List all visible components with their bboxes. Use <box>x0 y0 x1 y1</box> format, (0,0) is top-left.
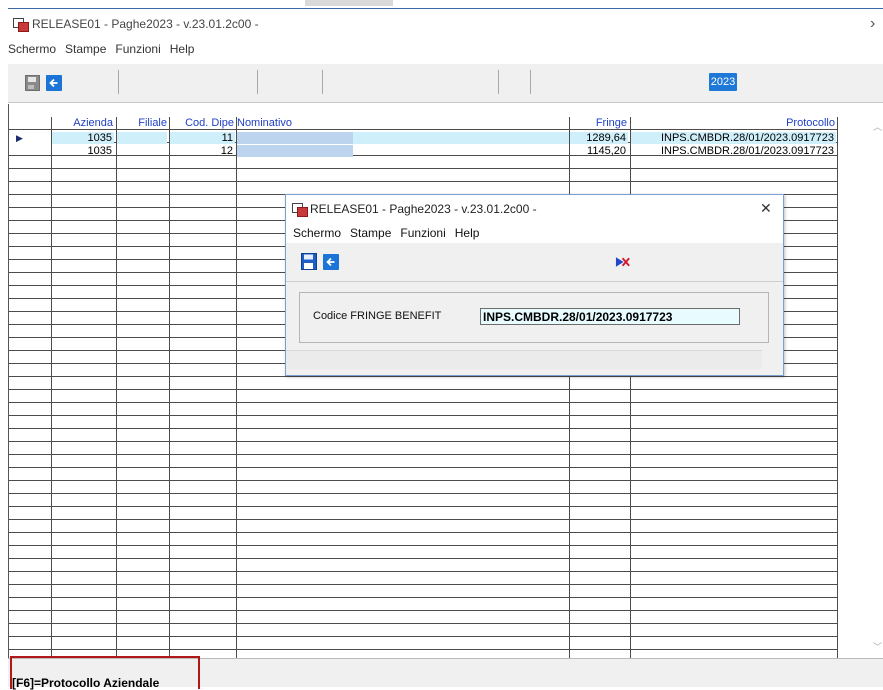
toolbar-separator <box>530 70 531 94</box>
status-bar: [F6]=Protocollo Aziendale <box>8 656 883 690</box>
dialog-field-group: Codice FRINGE BENEFIT INPS.CMBDR.28/01/2… <box>299 292 769 343</box>
cell-cod-dipe[interactable]: 11 <box>170 132 235 144</box>
grid-column-line <box>169 117 170 658</box>
menu-stampe[interactable]: Stampe <box>65 42 106 56</box>
dialog-menubar: Schermo Stampe Funzioni Help <box>286 223 783 243</box>
exit-icon[interactable] <box>615 253 632 270</box>
app-icon <box>292 203 308 217</box>
dialog-status-bar <box>286 350 762 369</box>
grid-row-line <box>9 598 837 611</box>
grid-row-line <box>9 611 837 624</box>
grid-row-line <box>9 442 837 455</box>
save-icon[interactable] <box>300 253 317 270</box>
menu-help[interactable]: Help <box>170 42 195 56</box>
vertical-scrollbar[interactable]: ︿ ﹀ <box>846 104 882 658</box>
top-strip <box>0 0 883 8</box>
close-icon[interactable]: › <box>870 15 875 33</box>
redacted-name <box>237 145 353 157</box>
toolbar-separator <box>118 70 119 94</box>
back-arrow-icon[interactable] <box>322 253 339 270</box>
grid-row-line <box>9 533 837 546</box>
dialog-menu-schermo[interactable]: Schermo <box>293 226 341 240</box>
year-badge[interactable]: 2023 <box>709 73 737 91</box>
grid-row-line <box>9 455 837 468</box>
header-protocollo[interactable]: Protocollo <box>631 117 835 129</box>
save-disabled-icon[interactable] <box>24 74 41 91</box>
grid-column-line <box>116 117 117 658</box>
cell-filiale[interactable] <box>117 145 167 157</box>
cell-protocollo[interactable]: INPS.CMBDR.28/01/2023.0917723 <box>631 145 836 157</box>
dialog-close-icon[interactable]: ✕ <box>760 200 772 217</box>
data-grid[interactable]: Azienda Filiale Cod. Dipe Nominativo Fri… <box>8 104 847 658</box>
dialog-title: RELEASE01 - Paghe2023 - v.23.01.2c00 - <box>310 202 537 216</box>
app-icon <box>13 18 29 32</box>
dialog-toolbar <box>286 243 783 282</box>
header-fringe[interactable]: Fringe <box>570 117 627 129</box>
row-indicator: ▶ <box>9 132 51 144</box>
grid-row-line <box>9 494 837 507</box>
header-cod-dipe[interactable]: Cod. Dipe <box>170 117 234 129</box>
grid-row-line <box>9 169 837 182</box>
header-nominativo[interactable]: Nominativo <box>237 117 357 129</box>
main-titlebar[interactable]: RELEASE01 - Paghe2023 - v.23.01.2c00 - › <box>8 8 883 39</box>
cell-protocollo[interactable]: INPS.CMBDR.28/01/2023.0917723 <box>631 132 836 144</box>
status-text: [F6]=Protocollo Aziendale <box>12 676 160 690</box>
grid-row-line <box>9 468 837 481</box>
grid-row-line <box>9 624 837 637</box>
cell-azienda[interactable]: 1035 <box>52 145 114 157</box>
cell-azienda[interactable]: 1035 <box>52 132 114 144</box>
scroll-down-icon[interactable]: ﹀ <box>873 640 882 653</box>
cell-fringe[interactable]: 1145,20 <box>570 145 628 157</box>
toolbar-separator <box>257 70 258 94</box>
menu-schermo[interactable]: Schermo <box>8 42 56 56</box>
grid-row-line <box>9 429 837 442</box>
cell-cod-dipe[interactable]: 12 <box>170 145 235 157</box>
grid-column-line <box>236 117 237 658</box>
current-row-icon: ▶ <box>16 133 23 143</box>
grid-row-line <box>9 481 837 494</box>
fringe-dialog[interactable]: RELEASE01 - Paghe2023 - v.23.01.2c00 - ✕… <box>285 194 784 376</box>
background-window-edge <box>305 0 393 6</box>
cell-nominativo[interactable] <box>237 145 569 157</box>
grid-row-line <box>9 507 837 520</box>
main-menubar: Schermo Stampe Funzioni Help <box>8 38 883 60</box>
grid-row-line <box>9 559 837 572</box>
toolbar-separator <box>322 70 323 94</box>
grid-row-line <box>9 377 837 390</box>
dialog-menu-funzioni[interactable]: Funzioni <box>400 226 445 240</box>
fringe-code-label: Codice FRINGE BENEFIT <box>313 310 442 322</box>
grid-column-line <box>837 117 838 658</box>
grid-row-line <box>9 156 837 169</box>
fringe-code-input[interactable]: INPS.CMBDR.28/01/2023.0917723 <box>480 308 740 325</box>
grid-row-line <box>9 585 837 598</box>
cell-nominativo[interactable] <box>237 132 569 144</box>
grid-row-line <box>9 403 837 416</box>
dialog-titlebar[interactable]: RELEASE01 - Paghe2023 - v.23.01.2c00 - ✕ <box>286 195 783 223</box>
scroll-up-icon[interactable]: ︿ <box>873 120 882 133</box>
grid-row-line <box>9 520 837 533</box>
main-window-title: RELEASE01 - Paghe2023 - v.23.01.2c00 - <box>32 17 259 31</box>
header-azienda[interactable]: Azienda <box>51 117 113 129</box>
grid-row-line <box>9 572 837 585</box>
grid-row-line <box>9 416 837 429</box>
grid-column-line <box>51 117 52 658</box>
grid-row-line <box>9 637 837 650</box>
menu-funzioni[interactable]: Funzioni <box>115 42 160 56</box>
dialog-menu-help[interactable]: Help <box>455 226 480 240</box>
redacted-name <box>237 132 353 144</box>
header-filiale[interactable]: Filiale <box>117 117 167 129</box>
toolbar-separator <box>498 70 499 94</box>
back-arrow-icon[interactable] <box>45 74 62 91</box>
cell-filiale[interactable] <box>117 132 167 144</box>
grid-row-line <box>9 546 837 559</box>
main-toolbar: 2023 <box>8 64 883 103</box>
grid-row-line <box>9 390 837 403</box>
dialog-menu-stampe[interactable]: Stampe <box>350 226 391 240</box>
cell-fringe[interactable]: 1289,64 <box>570 132 628 144</box>
